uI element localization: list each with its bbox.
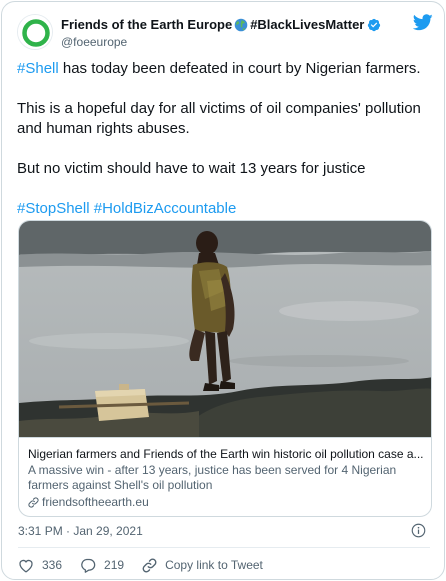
verified-badge-icon [368,18,381,31]
link-icon [142,558,157,572]
tweet-line1-text: has today been defeated in court by Nige… [58,60,421,77]
info-icon[interactable] [411,523,426,538]
tweet-hashtags: #StopShell #HoldBizAccountable [17,199,437,219]
link-preview-image[interactable] [19,221,432,437]
hashtag-shell[interactable]: #Shell [17,60,59,77]
hashtag-holdbizaccountable[interactable]: #HoldBizAccountable [94,200,237,217]
avatar[interactable] [17,14,53,50]
author-handle[interactable]: @foeeurope [61,35,391,49]
reply-icon [81,558,96,573]
link-preview-domain: friendsoftheearth.eu [42,495,149,509]
heart-icon [19,559,33,572]
author-names: Friends of the Earth Europe #BlackLivesM… [61,16,391,49]
display-name-row[interactable]: Friends of the Earth Europe #BlackLivesM… [61,16,391,33]
tweet-header: Friends of the Earth Europe #BlackLivesM… [17,14,433,50]
tweet-timestamp[interactable]: 3:31 PM · Jan 29, 2021 [18,523,143,539]
link-preview-card[interactable]: Nigerian farmers and Friends of the Eart… [18,220,432,517]
hashtag-stopshell[interactable]: #StopShell [17,200,90,217]
reply-button[interactable]: 219 [80,558,124,573]
tweet-paragraph-2: This is a hopeful day for all victims of… [17,100,421,137]
like-button[interactable]: 336 [18,558,62,573]
divider [18,547,430,548]
link-preview-description: A massive win - after 13 years, justice … [28,463,397,492]
globe-icon [234,18,248,31]
tweet-card: Friends of the Earth Europe #BlackLivesM… [1,1,445,580]
tweet-paragraph-1: #Shell has today been defeated in court … [17,59,437,79]
reply-count: 219 [104,558,125,572]
link-preview-meta[interactable]: Nigerian farmers and Friends of the Eart… [19,437,431,516]
like-count: 336 [42,558,63,572]
link-preview-domain-row: friendsoftheearth.eu [28,495,424,510]
link-icon [28,497,39,508]
copy-link-label: Copy link to Tweet [165,558,263,572]
link-preview-title[interactable]: Nigerian farmers and Friends of the Eart… [28,446,424,462]
tweet-actions: 336 219 Copy link to Tweet [18,556,281,574]
display-name[interactable]: Friends of the Earth Europe [61,17,232,32]
foe-logo-icon [18,15,52,49]
tweet-paragraph-3: But no victim should have to wait 13 yea… [17,160,366,177]
twitter-bird-icon[interactable] [413,14,433,31]
tweet-text: #Shell has today been defeated in court … [17,59,437,219]
copy-link-button[interactable]: Copy link to Tweet [142,558,263,573]
display-name-suffix[interactable]: #BlackLivesMatter [250,17,364,32]
